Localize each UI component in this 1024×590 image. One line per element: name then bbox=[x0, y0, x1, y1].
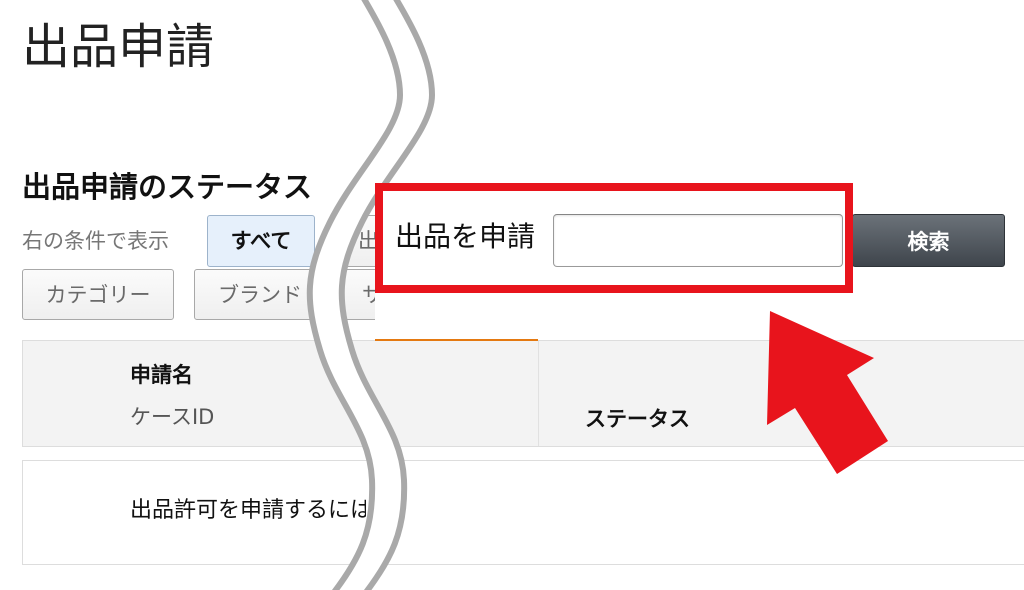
filter-button-category[interactable]: カテゴリー bbox=[22, 269, 174, 320]
page-title: 出品申請 bbox=[22, 19, 215, 75]
column-divider bbox=[538, 341, 539, 446]
filter-button-brand[interactable]: ブランド bbox=[194, 269, 326, 320]
filter-label: 右の条件で表示 bbox=[22, 229, 169, 253]
apply-to-sell-label: 出品を申請 bbox=[395, 220, 536, 253]
filter-button-all[interactable]: すべて bbox=[207, 215, 315, 267]
apply-to-sell-highlight-box: 出品を申請 bbox=[375, 183, 853, 293]
filter-button-listing[interactable]: 出 bbox=[343, 215, 375, 267]
search-button[interactable]: 検索 bbox=[852, 214, 1005, 267]
table-row: 出品許可を申請するには bbox=[22, 460, 1024, 565]
column-header-status: ステータス bbox=[585, 407, 690, 431]
table-header: 申請名 ケースID ステータス bbox=[22, 340, 1024, 447]
active-column-indicator bbox=[375, 339, 538, 341]
table-row-name: 出品許可を申請するには bbox=[130, 498, 366, 523]
filter-button-service[interactable]: サ bbox=[343, 269, 375, 320]
column-header-case-id: ケースID bbox=[130, 405, 215, 429]
status-filter-area: 右の条件で表示 すべて 出 カテゴリー ブランド サ bbox=[0, 210, 375, 325]
screenshot-canvas: 出品申請 出品申請のステータス 右の条件で表示 すべて 出 カテゴリー ブランド… bbox=[0, 0, 1024, 590]
apply-to-sell-search-input[interactable] bbox=[553, 214, 843, 267]
column-header-application-name: 申請名 bbox=[130, 363, 193, 387]
status-section-heading: 出品申請のステータス bbox=[22, 170, 313, 204]
